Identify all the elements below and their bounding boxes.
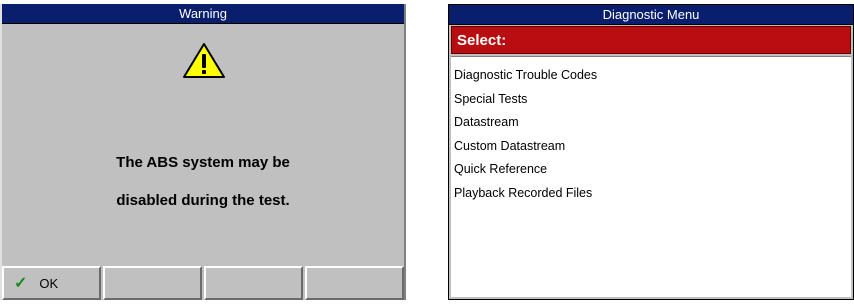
diagnostic-menu-window: Diagnostic Menu Select: Diagnostic Troub… bbox=[448, 4, 854, 300]
warning-body: The ABS system may be disabled during th… bbox=[2, 24, 404, 265]
diagnostic-menu-title: Diagnostic Menu bbox=[449, 5, 853, 25]
function-button-4[interactable] bbox=[305, 266, 404, 300]
function-button-2[interactable] bbox=[103, 266, 202, 300]
menu-item-special-tests[interactable]: Special Tests bbox=[451, 88, 851, 112]
menu-item-diagnostic-trouble-codes[interactable]: Diagnostic Trouble Codes bbox=[451, 64, 851, 88]
menu-item-custom-datastream[interactable]: Custom Datastream bbox=[451, 135, 851, 159]
menu-list: Diagnostic Trouble Codes Special Tests D… bbox=[451, 56, 851, 297]
menu-item-playback-recorded-files[interactable]: Playback Recorded Files bbox=[451, 182, 851, 206]
warning-triangle-icon bbox=[183, 43, 225, 78]
dialog-right-edge bbox=[404, 4, 406, 300]
ok-button-label: OK bbox=[39, 275, 59, 291]
warning-title: Warning bbox=[0, 4, 406, 24]
menu-item-quick-reference[interactable]: Quick Reference bbox=[451, 158, 851, 182]
select-header: Select: bbox=[451, 26, 851, 54]
ok-button[interactable]: ✓ OK bbox=[2, 266, 101, 300]
checkmark-icon: ✓ bbox=[14, 275, 28, 292]
warning-message-line1: The ABS system may be bbox=[116, 154, 290, 171]
warning-dialog: Warning The ABS system may be disabled d… bbox=[0, 4, 406, 300]
menu-item-datastream[interactable]: Datastream bbox=[451, 111, 851, 135]
function-button-3[interactable] bbox=[204, 266, 303, 300]
function-button-bar: ✓ OK bbox=[2, 266, 404, 300]
warning-message-line2: disabled during the test. bbox=[116, 192, 290, 209]
